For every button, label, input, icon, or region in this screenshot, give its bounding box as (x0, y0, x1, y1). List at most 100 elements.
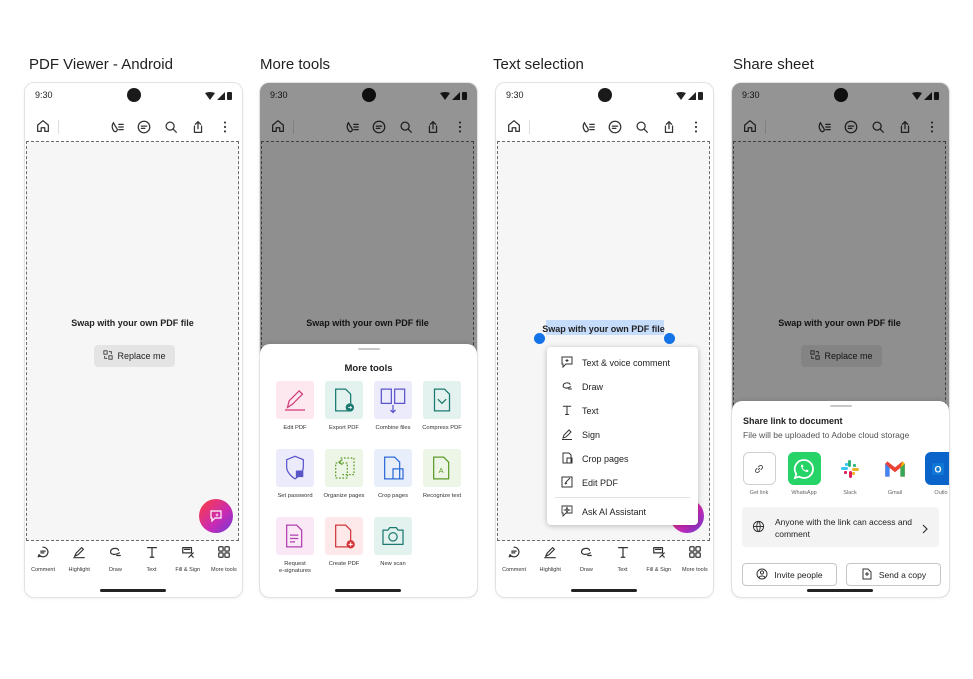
tool-icon (276, 517, 314, 555)
overflow-menu-icon[interactable] (687, 118, 705, 136)
comment-icon (36, 545, 50, 564)
tool-crop-pages[interactable]: Crop pages (367, 449, 419, 500)
toolbar-item-comment[interactable]: Comment (496, 545, 532, 577)
send-copy-button[interactable]: Send a copy (846, 563, 941, 586)
link-access-setting[interactable]: Anyone with the link can access and comm… (742, 507, 939, 547)
sheet-grabber[interactable] (357, 348, 380, 350)
tool-icon (325, 517, 363, 555)
tool-label: Edit PDF (283, 425, 306, 432)
panel-title-text-selection: Text selection (493, 56, 584, 73)
draw-icon (108, 545, 122, 564)
menu-item-ask-ai-assistant[interactable]: Ask AI Assistant (561, 505, 646, 519)
selected-document-text: Swap with your own PDF file (542, 324, 665, 334)
edit-pdf-icon (561, 476, 573, 490)
tool-export-pdf[interactable]: Export PDF (318, 381, 370, 432)
menu-item-draw[interactable]: Draw (561, 380, 603, 394)
toolbar-item-label: More tools (211, 567, 237, 573)
toolbar-item-label: Draw (108, 567, 122, 573)
gesture-bar (571, 589, 637, 592)
send-copy-label: Send a copy (878, 569, 927, 580)
selection-handle-start[interactable] (534, 333, 545, 344)
share-app-gmail[interactable]: Gmail (877, 452, 913, 496)
tool-new-scan[interactable]: New scan (367, 517, 419, 568)
overflow-menu-icon[interactable] (216, 118, 234, 136)
signal-icon (688, 91, 696, 100)
menu-item-edit-pdf[interactable]: Edit PDF (561, 476, 618, 490)
menu-item-text[interactable]: Text (561, 404, 599, 418)
tool-label: Export PDF (329, 425, 359, 432)
tool-label: Request e-signatures (279, 561, 311, 575)
tool-compress-pdf[interactable]: Compress PDF (416, 381, 468, 432)
share-icon[interactable] (660, 118, 678, 136)
status-icons (676, 91, 703, 100)
draw-icon (561, 380, 573, 394)
menu-item-label: Ask AI Assistant (582, 507, 647, 517)
toolbar-item-more-tools[interactable]: More tools (206, 545, 242, 577)
more-tools-title: More tools (344, 363, 393, 374)
replace-icon (103, 350, 114, 362)
tool-label-line: Compress PDF (422, 425, 462, 431)
share-app-get link[interactable]: Get link (741, 452, 777, 496)
tool-request[interactable]: Request e-signatures (269, 517, 321, 575)
menu-item-text-voice-comment[interactable]: Text & voice comment (561, 356, 670, 370)
menu-item-crop-pages[interactable]: Crop pages (561, 452, 629, 466)
share-app-whatsapp[interactable]: WhatsApp (786, 452, 822, 496)
tool-combine-files[interactable]: Combine files (367, 381, 419, 432)
toolbar-item-fill-sign[interactable]: Fill & Sign (641, 545, 677, 577)
tool-icon (374, 517, 412, 555)
tool-icon (325, 449, 363, 487)
read-aloud-icon[interactable] (579, 118, 597, 136)
ai-chat-icon[interactable] (606, 118, 624, 136)
share-app-slack[interactable]: Slack (832, 452, 868, 496)
replace-label: Replace me (117, 351, 166, 361)
tool-set-password[interactable]: Set password (269, 449, 321, 500)
tool-icon (374, 381, 412, 419)
home-icon[interactable] (35, 118, 53, 136)
ai-sparkle-icon (210, 510, 222, 523)
ai-chat-icon[interactable] (135, 118, 153, 136)
tool-recognize-text[interactable]: A Recognize text (416, 449, 468, 500)
chevron-right-icon (921, 521, 929, 539)
status-bar: 9:30 (496, 83, 713, 109)
share-icon[interactable] (189, 118, 207, 136)
toolbar-item-comment[interactable]: Comment (25, 545, 61, 577)
menu-item-sign[interactable]: Sign (561, 428, 600, 442)
toolbar-item-draw[interactable]: Draw (97, 545, 133, 577)
highlight-icon (543, 545, 557, 564)
ai-assistant-fab[interactable] (199, 499, 233, 533)
toolbar-item-fill-sign[interactable]: Fill & Sign (170, 545, 206, 577)
tool-label-line: New scan (380, 561, 406, 567)
selection-handle-end[interactable] (664, 333, 675, 344)
tool-label-line: Export PDF (329, 425, 359, 431)
tool-edit-pdf[interactable]: Edit PDF (269, 381, 321, 432)
search-icon[interactable] (633, 118, 651, 136)
camera-cutout (598, 88, 612, 102)
toolbar-item-label: Text (617, 567, 628, 573)
toolbar-item-text[interactable]: Text (605, 545, 641, 577)
toolbar-item-draw[interactable]: Draw (568, 545, 604, 577)
tool-icon: A (423, 449, 461, 487)
share-app-outlo[interactable]: O Outlo (923, 452, 949, 496)
toolbar-item-highlight[interactable]: Highlight (532, 545, 568, 577)
tool-organize-pages[interactable]: Organize pages (318, 449, 370, 500)
toolbar-item-more-tools[interactable]: More tools (677, 545, 713, 577)
tool-create-pdf[interactable]: Create PDF (318, 517, 370, 568)
replace-me-button[interactable]: Replace me (94, 345, 175, 367)
tool-label: Organize pages (324, 493, 365, 500)
toolbar-item-text[interactable]: Text (134, 545, 170, 577)
menu-item-label: Text & voice comment (582, 358, 671, 368)
tool-icon (374, 449, 412, 487)
tool-label-line: Combine files (375, 425, 411, 431)
slack-icon (833, 452, 867, 485)
tool-icon (276, 449, 314, 487)
crop-pages-icon (561, 452, 573, 466)
sheet-grabber[interactable] (829, 405, 852, 407)
draw-icon (579, 545, 593, 564)
toolbar-item-highlight[interactable]: Highlight (61, 545, 97, 577)
share-app-label: Get link (749, 490, 769, 496)
search-icon[interactable] (162, 118, 180, 136)
invite-people-button[interactable]: Invite people (742, 563, 837, 586)
text-voice-comment-icon (561, 356, 573, 370)
read-aloud-icon[interactable] (108, 118, 126, 136)
home-icon[interactable] (506, 118, 524, 136)
